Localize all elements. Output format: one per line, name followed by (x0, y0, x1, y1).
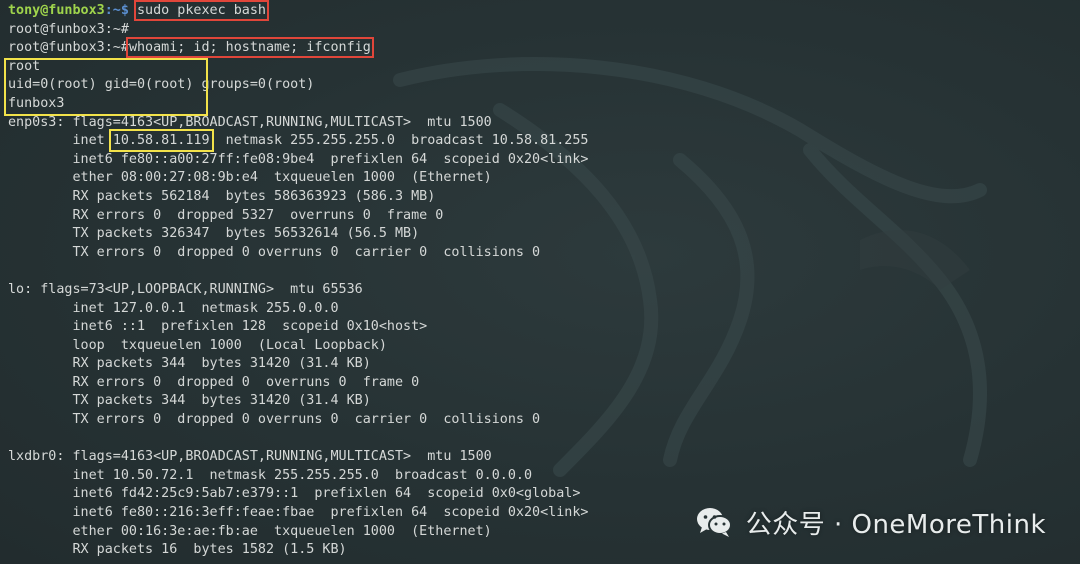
enp0s3-header: enp0s3: flags=4163<UP,BROADCAST,RUNNING,… (8, 114, 492, 130)
enp0s3-ether: ether 08:00:27:08:9b:e4 txqueuelen 1000 … (8, 170, 492, 186)
enp0s3-netmask: netmask 255.255.255.0 broadcast 10.58.81… (209, 133, 589, 149)
enp0s3-inet6: inet6 fe80::a00:27ff:fe08:9be4 prefixlen… (8, 151, 589, 167)
lo-loop: loop txqueuelen 1000 (Local Loopback) (8, 337, 387, 353)
terminal-output: tony@funbox3:~$ sudo pkexec bash root@fu… (8, 0, 589, 560)
prompt-root-path: :~# (104, 40, 129, 56)
prompt-line-2: root@funbox3:~# (8, 21, 588, 40)
lxdbr0-rx-packets: RX packets 16 bytes 1582 (1.5 KB) (8, 542, 347, 558)
enp0s3-rx-packets: RX packets 562184 bytes 586363923 (586.3… (8, 188, 436, 204)
lo-rx-packets: RX packets 344 bytes 31420 (31.4 KB) (8, 356, 371, 372)
prompt-root-path: :~# (104, 21, 129, 37)
enp0s3-ip-address: 10.58.81.119 (108, 129, 214, 153)
enp0s3-rx-errors: RX errors 0 dropped 5327 overruns 0 fram… (8, 207, 444, 223)
lxdbr0-header: lxdbr0: flags=4163<UP,BROADCAST,RUNNING,… (8, 449, 492, 465)
enp0s3-inet: inet 10.58.81.119 netmask 255.255.255.0 … (8, 129, 589, 153)
output-whoami: root (8, 58, 41, 74)
output-hostname: funbox3 (8, 95, 65, 111)
lo-header: lo: flags=73<UP,LOOPBACK,RUNNING> mtu 65… (8, 281, 363, 297)
output-id-uid-gid: uid=0(root) gid=0(root) (8, 77, 194, 93)
wechat-icon (696, 508, 732, 537)
command-sudo-pkexec: sudo pkexec bash (134, 0, 269, 21)
wechat-brand-text: 公众号 · OneMoreThink (745, 509, 1046, 540)
lxdbr0-inet6-link: inet6 fe80::216:3eff:feae:fbae prefixlen… (8, 505, 589, 521)
enp0s3-tx-errors: TX errors 0 dropped 0 overruns 0 carrier… (8, 244, 541, 260)
lxdbr0-ether: ether 00:16:3e:ae:fb:ae txqueuelen 1000 … (8, 523, 492, 539)
output-id: uid=0(root) gid=0(root) groups=0(root) (8, 76, 588, 95)
lo-inet: inet 127.0.0.1 netmask 255.0.0.0 (8, 300, 339, 316)
output-id-groups: groups=0(root) (193, 77, 315, 93)
prompt-line-1: tony@funbox3:~$ sudo pkexec bash (8, 0, 588, 21)
lo-tx-errors: TX errors 0 dropped 0 overruns 0 carrier… (8, 412, 541, 428)
command-whoami-id-hostname-ifconfig: whoami; id; hostname; ifconfig (125, 37, 374, 59)
wechat-brand-watermark: 公众号 · OneMoreThink (696, 502, 1046, 542)
prompt-line-3: root@funbox3:~#whoami; id; hostname; ifc… (8, 37, 588, 59)
enp0s3-tx-packets: TX packets 326347 bytes 56532614 (56.5 M… (8, 226, 420, 242)
lo-rx-errors: RX errors 0 dropped 0 overruns 0 frame 0 (8, 374, 420, 390)
prompt-user: tony@funbox3 (8, 3, 105, 18)
prompt-path: :~$ (104, 3, 129, 18)
lo-tx-packets: TX packets 344 bytes 31420 (31.4 KB) (8, 393, 371, 409)
lo-inet6: inet6 ::1 prefixlen 128 scopeid 0x10<hos… (8, 319, 428, 335)
enp0s3-inet-label: inet (8, 133, 113, 149)
prompt-root: root@funbox3 (8, 40, 105, 56)
lxdbr0-inet: inet 10.50.72.1 netmask 255.255.255.0 br… (8, 467, 533, 483)
lxdbr0-inet6-global: inet6 fd42:25c9:5ab7:e379::1 prefixlen 6… (8, 486, 581, 502)
terminal-window[interactable]: tony@funbox3:~$ sudo pkexec bash root@fu… (0, 0, 1080, 564)
prompt-root: root@funbox3 (8, 21, 105, 37)
